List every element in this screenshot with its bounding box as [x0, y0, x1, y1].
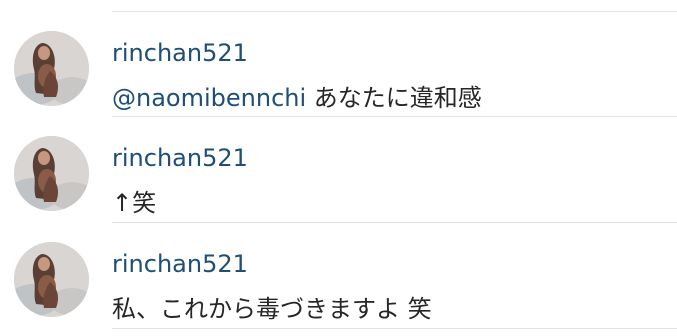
avatar[interactable] [14, 31, 89, 106]
comment-item: rinchan521 @naomibennchi あなたに違和感 [0, 11, 677, 116]
avatar-photo-icon [14, 242, 89, 317]
comment-item: rinchan521 ↑笑 [0, 116, 677, 221]
comment-text: @naomibennchi あなたに違和感 [112, 84, 482, 112]
avatar[interactable] [14, 242, 89, 317]
comment-username[interactable]: rinchan521 [112, 144, 248, 172]
comment-text-content: 私、これから毒づきますよ 笑 [112, 295, 432, 323]
comment-divider [112, 328, 677, 329]
comment-text-content: ↑笑 [112, 189, 157, 217]
comment-username[interactable]: rinchan521 [112, 39, 248, 67]
comment-username[interactable]: rinchan521 [112, 250, 248, 278]
avatar-photo-icon [14, 31, 89, 106]
avatar[interactable] [14, 136, 89, 211]
comment-text: ↑笑 [112, 189, 156, 217]
avatar-photo-icon [14, 136, 89, 211]
comment-text: 私、これから毒づきますよ 笑 [112, 295, 432, 323]
comment-item: rinchan521 私、これから毒づきますよ 笑 [0, 222, 677, 327]
comment-text-content: あなたに違和感 [306, 84, 482, 112]
comment-mention[interactable]: @naomibennchi [112, 84, 306, 112]
